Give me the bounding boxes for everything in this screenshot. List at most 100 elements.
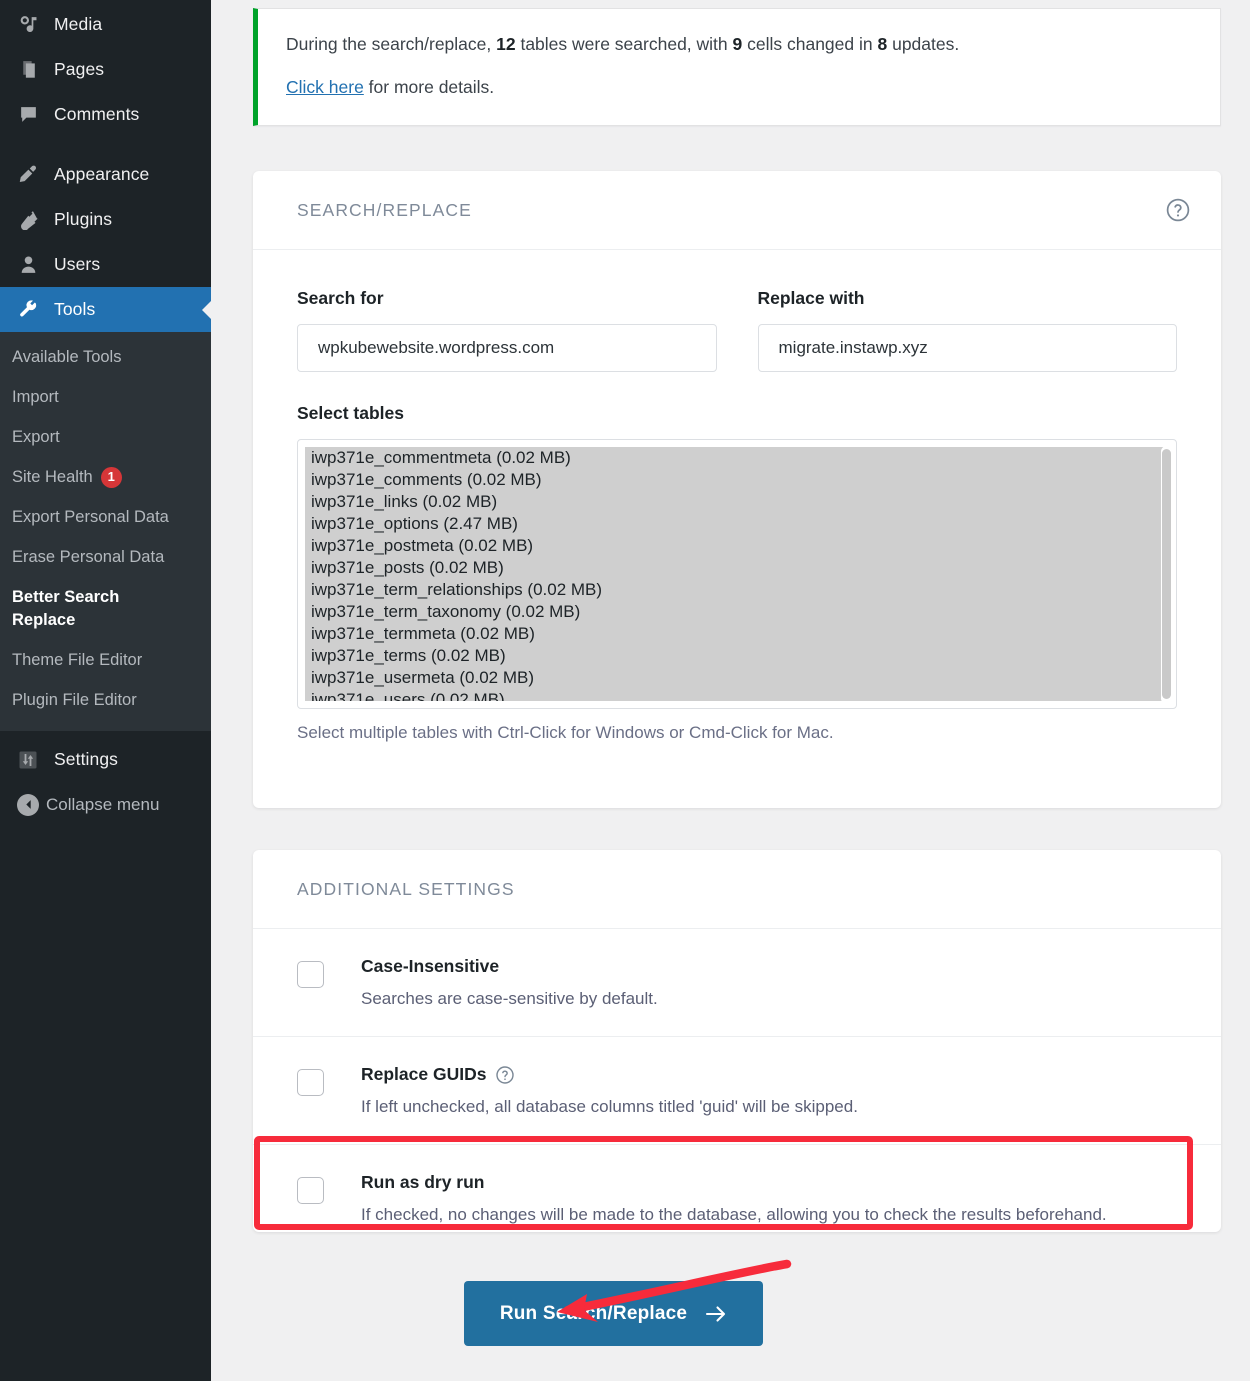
submenu-item-import[interactable]: Import	[0, 378, 211, 418]
sidebar-item-media[interactable]: Media	[0, 2, 211, 47]
click-here-link[interactable]: Click here	[286, 77, 364, 97]
question-circle-icon[interactable]	[495, 1065, 515, 1085]
search-for-label: Search for	[297, 288, 384, 308]
replace-with-input[interactable]	[757, 324, 1177, 372]
notice-text-before: During the search/replace,	[286, 34, 497, 54]
replace-with-field-group: Replace with	[757, 288, 1177, 372]
submenu-item-theme-file-editor[interactable]: Theme File Editor	[0, 641, 211, 681]
sidebar-item-plugins[interactable]: Plugins	[0, 197, 211, 242]
notice-text-middle: tables were searched, with	[515, 34, 733, 54]
submenu-item-label: Erase Personal Data	[12, 547, 165, 566]
submenu-item-label: Better Search Replace	[12, 587, 120, 630]
pages-icon	[10, 59, 46, 80]
settings-icon	[10, 750, 46, 770]
site-health-badge: 1	[100, 466, 122, 488]
table-option[interactable]: iwp371e_terms (0.02 MB)	[305, 645, 1169, 667]
sidebar-item-appearance[interactable]: Appearance	[0, 152, 211, 197]
run-search-replace-button[interactable]: Run Search/Replace	[464, 1281, 763, 1346]
setting-title: Case-Insensitive	[361, 956, 658, 977]
sidebar-item-label: Appearance	[54, 164, 150, 184]
table-option[interactable]: iwp371e_links (0.02 MB)	[305, 491, 1169, 513]
submenu-item-erase-personal-data[interactable]: Erase Personal Data	[0, 538, 211, 578]
collapse-menu-label: Collapse menu	[46, 794, 160, 814]
question-circle-icon[interactable]	[1165, 197, 1191, 223]
success-notice: During the search/replace, 12 tables wer…	[253, 8, 1221, 126]
sidebar-item-label: Settings	[54, 749, 119, 770]
submenu-item-export-personal-data[interactable]: Export Personal Data	[0, 498, 211, 538]
run-button-label: Run Search/Replace	[499, 1302, 688, 1324]
notice-text-middle2: cells changed in	[742, 34, 878, 54]
submenu-item-label: Export	[12, 427, 60, 446]
table-option[interactable]: iwp371e_termmeta (0.02 MB)	[305, 623, 1169, 645]
submenu-item-label: Available Tools	[12, 348, 122, 366]
setting-row-replace-guids: Replace GUIDs If left unchecked, all dat…	[253, 1037, 1221, 1145]
sidebar-item-settings[interactable]: Settings	[0, 737, 211, 782]
plugins-icon	[10, 209, 46, 230]
submenu-item-label: Site Health	[12, 467, 93, 486]
replace-with-label: Replace with	[757, 288, 865, 308]
submenu-item-export[interactable]: Export	[0, 418, 211, 458]
appearance-icon	[10, 164, 46, 185]
comments-icon	[10, 104, 46, 125]
search-for-input[interactable]	[297, 324, 717, 372]
submenu-item-site-health[interactable]: Site Health 1	[0, 458, 211, 498]
admin-sidebar: Media Pages Comments Appearance Plugins …	[0, 0, 211, 1381]
submenu-item-available-tools[interactable]: Available Tools	[0, 338, 211, 378]
select-tables-listbox[interactable]: iwp371e_commentmeta (0.02 MB) iwp371e_com…	[297, 439, 1177, 709]
submenu-item-better-search-replace[interactable]: Better Search Replace	[0, 578, 160, 642]
table-option[interactable]: iwp371e_users (0.02 MB)	[305, 689, 1169, 701]
main-content: During the search/replace, 12 tables wer…	[211, 0, 1250, 1381]
submenu-item-label: Export Personal Data	[12, 507, 169, 526]
sidebar-divider	[0, 137, 211, 152]
submenu-item-label: Import	[12, 387, 59, 406]
notice-link-suffix: for more details.	[363, 77, 495, 98]
table-option[interactable]: iwp371e_options (2.47 MB)	[305, 513, 1169, 535]
table-option[interactable]: iwp371e_term_taxonomy (0.02 MB)	[305, 601, 1169, 623]
select-tables-hint: Select multiple tables with Ctrl-Click f…	[297, 723, 834, 742]
panel-title: SEARCH/REPLACE	[297, 199, 472, 220]
case-insensitive-checkbox[interactable]	[297, 961, 324, 988]
search-replace-panel-header: SEARCH/REPLACE	[253, 171, 1221, 250]
setting-title-label: Run as dry run	[361, 1172, 485, 1192]
additional-settings-panel-header: ADDITIONAL SETTINGS	[253, 850, 1221, 929]
setting-title-label: Replace GUIDs	[361, 1064, 487, 1084]
table-option[interactable]: iwp371e_term_relationships (0.02 MB)	[305, 579, 1169, 601]
tables-options-list[interactable]: iwp371e_commentmeta (0.02 MB) iwp371e_com…	[305, 447, 1169, 701]
setting-description: If left unchecked, all database columns …	[361, 1097, 858, 1116]
notice-details-line: Click here for more details.	[286, 74, 1194, 100]
search-replace-fields: Search for Replace with	[297, 288, 1177, 372]
panel-title: ADDITIONAL SETTINGS	[297, 878, 515, 899]
sidebar-item-label: Comments	[54, 104, 140, 124]
select-tables-label: Select tables	[297, 403, 404, 423]
table-option[interactable]: iwp371e_usermeta (0.02 MB)	[305, 667, 1169, 689]
table-option[interactable]: iwp371e_postmeta (0.02 MB)	[305, 535, 1169, 557]
listbox-scrollbar-thumb[interactable]	[1162, 449, 1171, 699]
collapse-arrow-icon	[10, 793, 46, 816]
sidebar-item-users[interactable]: Users	[0, 242, 211, 287]
notice-cells-count: 9	[732, 34, 743, 54]
submenu-item-plugin-file-editor[interactable]: Plugin File Editor	[0, 681, 211, 721]
notice-text-after: updates.	[887, 34, 960, 54]
table-option[interactable]: iwp371e_commentmeta (0.02 MB)	[305, 447, 1169, 469]
wordpress-admin-screen: Media Pages Comments Appearance Plugins …	[0, 0, 1250, 1381]
sidebar-item-label: Plugins	[54, 209, 113, 229]
setting-text: Run as dry run If checked, no changes wi…	[361, 1172, 1107, 1225]
dry-run-checkbox[interactable]	[297, 1177, 324, 1204]
tools-icon	[10, 299, 46, 320]
sidebar-item-label: Tools	[54, 299, 96, 319]
replace-guids-checkbox[interactable]	[297, 1069, 324, 1096]
table-option[interactable]: iwp371e_comments (0.02 MB)	[305, 469, 1169, 491]
notice-tables-count: 12	[496, 34, 516, 54]
sidebar-main-menu: Media Pages Comments Appearance Plugins …	[0, 0, 211, 332]
sidebar-item-tools[interactable]: Tools	[0, 287, 211, 332]
sidebar-item-label: Media	[54, 14, 103, 34]
sidebar-item-pages[interactable]: Pages	[0, 47, 211, 92]
collapse-menu-button[interactable]: Collapse menu	[0, 782, 211, 827]
sidebar-item-comments[interactable]: Comments	[0, 92, 211, 137]
sidebar-footer-menu: Settings Collapse menu	[0, 731, 211, 828]
setting-text: Case-Insensitive Searches are case-sensi…	[361, 956, 658, 1009]
table-option[interactable]: iwp371e_posts (0.02 MB)	[305, 557, 1169, 579]
submenu-item-label: Theme File Editor	[12, 651, 143, 670]
setting-description: If checked, no changes will be made to t…	[361, 1205, 1107, 1224]
search-replace-panel-body: Search for Replace with Select tables iw…	[253, 250, 1221, 743]
